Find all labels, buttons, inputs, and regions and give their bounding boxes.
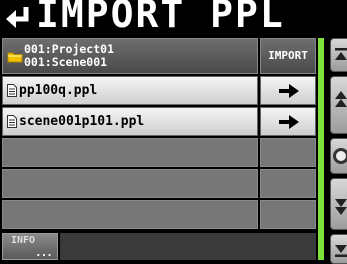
return-arrow-icon[interactable] [2, 1, 38, 34]
page-up-icon [335, 91, 347, 107]
scroll-top-icon [335, 48, 347, 60]
file-name: pp100q.ppl [19, 83, 98, 98]
info-label: INFO [11, 235, 36, 246]
import-column-header: IMPORT [260, 38, 316, 74]
page-down-button[interactable] [330, 178, 347, 230]
file-row-scene001p101[interactable]: scene001p101.ppl [2, 107, 258, 136]
empty-cell [260, 200, 316, 229]
import-button-scene001p101[interactable] [260, 107, 316, 136]
empty-row [2, 138, 258, 167]
file-icon [7, 115, 17, 128]
right-arrow-icon [279, 84, 299, 98]
bottom-bar [60, 233, 316, 260]
empty-cell [260, 169, 316, 198]
more-dots: ... [35, 246, 53, 259]
empty-row [2, 169, 258, 198]
page-down-icon [335, 199, 347, 215]
file-row-pp100q[interactable]: pp100q.ppl [2, 76, 258, 105]
page-title: IMPORT PPL [36, 0, 285, 36]
right-arrow-icon [279, 115, 299, 129]
jog-dial-icon [333, 148, 347, 164]
scene-name: 001:Scene001 [24, 55, 108, 69]
import-button-pp100q[interactable] [260, 76, 316, 105]
info-button[interactable]: INFO ... [2, 233, 58, 260]
scroll-top-button[interactable] [330, 38, 347, 72]
page-up-button[interactable] [330, 76, 347, 134]
current-folder-header: 001:Project01 001:Scene001 [2, 38, 258, 74]
empty-cell [260, 138, 316, 167]
folder-icon [7, 52, 23, 63]
file-icon [7, 84, 17, 97]
scroll-bottom-icon [335, 245, 347, 257]
empty-row [2, 200, 258, 229]
file-name: scene001p101.ppl [19, 114, 145, 129]
scroll-thumb[interactable] [318, 38, 324, 260]
